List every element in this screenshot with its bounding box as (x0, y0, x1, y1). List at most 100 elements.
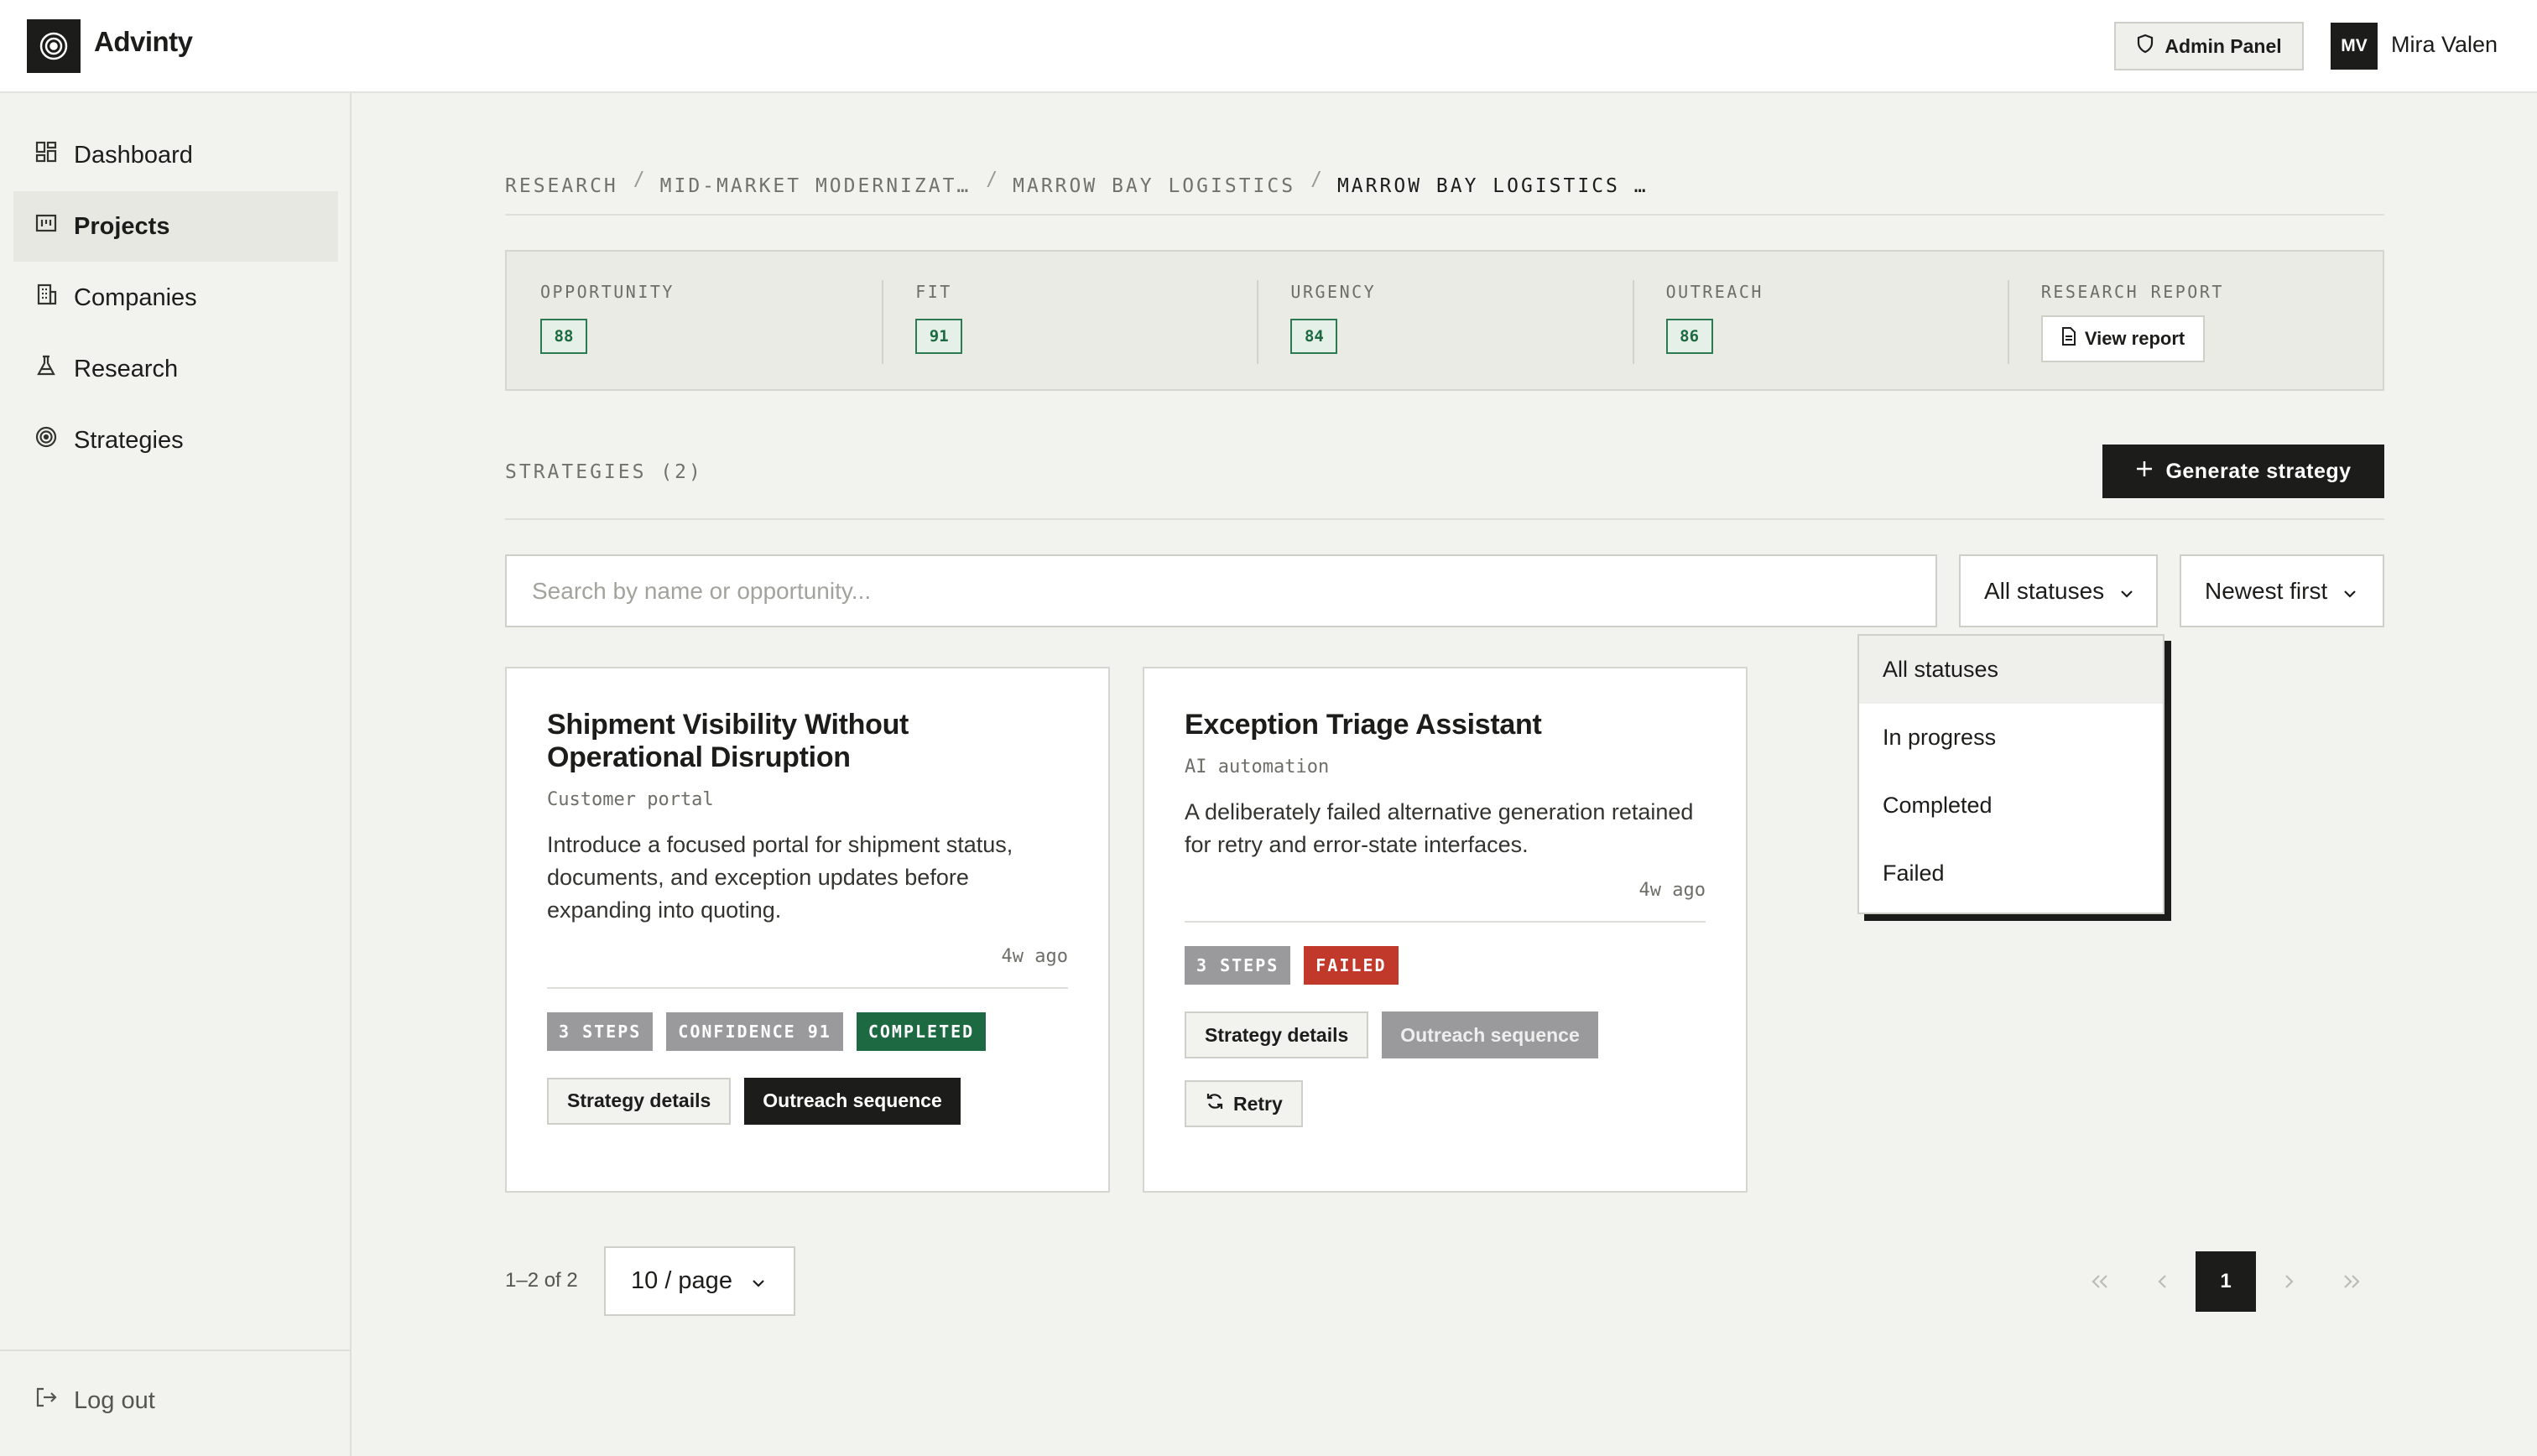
status-filter-select[interactable]: All statuses (1959, 554, 2158, 627)
plus-icon (2135, 460, 2154, 484)
sidebar-item-label: Projects (74, 212, 170, 240)
chevron-down-icon (2119, 578, 2134, 605)
pagination-range: 1–2 of 2 (505, 1269, 578, 1292)
previous-page-button[interactable] (2133, 1251, 2193, 1312)
logout-icon (34, 1385, 59, 1417)
sidebar-item-dashboard[interactable]: Dashboard (13, 120, 338, 190)
score-label: OUTREACH (1665, 282, 1763, 302)
sidebar-item-strategies[interactable]: Strategies (13, 405, 338, 476)
page-1-button[interactable]: 1 (2196, 1251, 2256, 1312)
brand-name[interactable]: Advinty (94, 26, 193, 58)
card-timestamp: 4w ago (547, 946, 1068, 989)
strategy-card[interactable]: Shipment Visibility Without Operational … (505, 667, 1110, 1193)
shield-icon (2136, 34, 2154, 59)
double-chevron-left-icon (2092, 1275, 2107, 1288)
score-label: OPPORTUNITY (540, 282, 675, 302)
dropdown-option-failed[interactable]: Failed (1859, 840, 2163, 907)
breadcrumb-project[interactable]: MID-MARKET MODERNIZAT… (660, 175, 972, 197)
breadcrumb-separator: / (1310, 169, 1322, 190)
sidebar-item-label: Dashboard (74, 141, 193, 169)
breadcrumb-separator: / (633, 169, 645, 190)
refresh-icon (1205, 1091, 1225, 1116)
breadcrumb-separator: / (986, 169, 998, 190)
status-filter-value: All statuses (1984, 577, 2105, 604)
breadcrumb-research[interactable]: RESEARCH (505, 175, 618, 197)
search-input[interactable]: Search by name or opportunity... (505, 554, 1937, 627)
strategy-details-button[interactable]: Strategy details (1185, 1011, 1369, 1059)
chevron-down-icon (2342, 578, 2357, 605)
retry-label: Retry (1233, 1092, 1283, 1115)
score-fit: FIT 91 (882, 252, 1257, 389)
breadcrumb-current: MARROW BAY LOGISTICS … (1336, 175, 1649, 197)
top-bar: Advinty Admin Panel MV Mira Valen (0, 0, 2537, 93)
breadcrumb-company[interactable]: MARROW BAY LOGISTICS (1013, 175, 1295, 197)
outreach-sequence-button: Outreach sequence (1382, 1011, 1598, 1059)
research-report: RESEARCH REPORT View report (2007, 252, 2383, 389)
strategy-details-button[interactable]: Strategy details (547, 1077, 732, 1125)
retry-button[interactable]: Retry (1185, 1080, 1303, 1128)
sidebar-item-label: Research (74, 355, 179, 382)
generate-strategy-button[interactable]: Generate strategy (2102, 445, 2384, 498)
grid-icon (34, 139, 59, 171)
steps-badge: 3 STEPS (547, 1011, 654, 1051)
dropdown-option-all-statuses[interactable]: All statuses (1859, 636, 2163, 704)
score-badge: 91 (915, 319, 963, 354)
card-subtitle: AI automation (1185, 757, 1330, 778)
score-label: URGENCY (1290, 282, 1377, 302)
card-title: Shipment Visibility Without Operational … (547, 709, 909, 774)
score-summary: OPPORTUNITY 88 FIT 91 URGENCY 84 OUTREAC… (505, 250, 2384, 391)
sidebar-item-projects[interactable]: Projects (13, 191, 338, 262)
outreach-sequence-button[interactable]: Outreach sequence (744, 1077, 961, 1125)
logo-target-icon[interactable] (27, 19, 81, 73)
score-opportunity: OPPORTUNITY 88 (507, 252, 882, 389)
sidebar-divider (0, 1349, 352, 1351)
building-icon (34, 282, 59, 314)
status-badge: COMPLETED (856, 1011, 987, 1051)
target-icon (34, 424, 59, 456)
card-timestamp: 4w ago (1185, 880, 1706, 923)
document-icon (2061, 327, 2076, 351)
view-report-label: View report (2084, 328, 2185, 349)
logout-label: Log out (74, 1386, 155, 1414)
next-page-button[interactable] (2258, 1251, 2319, 1312)
research-report-label: RESEARCH REPORT (2040, 282, 2224, 302)
sidebar-item-research[interactable]: Research (13, 334, 338, 404)
strategies-header: STRATEGIES (2) Generate strategy (505, 445, 2384, 520)
score-badge: 86 (1665, 319, 1713, 354)
sort-select[interactable]: Newest first (2180, 554, 2384, 627)
steps-badge: 3 STEPS (1185, 946, 1291, 985)
sidebar-item-label: Strategies (74, 426, 184, 454)
user-name[interactable]: Mira Valen (2391, 32, 2498, 58)
kanban-icon (34, 211, 59, 242)
sidebar-item-companies[interactable]: Companies (13, 263, 338, 333)
score-urgency: URGENCY 84 (1257, 252, 1632, 389)
dropdown-option-completed[interactable]: Completed (1859, 772, 2163, 840)
score-badge: 84 (1290, 319, 1338, 354)
first-page-button[interactable] (2070, 1251, 2130, 1312)
last-page-button[interactable] (2321, 1251, 2382, 1312)
score-badge: 88 (540, 319, 587, 354)
score-label: FIT (915, 282, 952, 302)
flask-icon (34, 353, 59, 385)
sidebar-item-label: Companies (74, 283, 197, 311)
status-badge: FAILED (1304, 946, 1399, 985)
logout-button[interactable]: Log out (34, 1385, 155, 1417)
view-report-button[interactable]: View report (2040, 315, 2206, 362)
status-filter-dropdown: All statuses In progress Completed Faile… (1857, 634, 2165, 914)
card-description: Introduce a focused portal for shipment … (547, 832, 1013, 923)
dropdown-option-in-progress[interactable]: In progress (1859, 704, 2163, 772)
card-description: A deliberately failed alternative genera… (1185, 799, 1694, 858)
admin-panel-label: Admin Panel (2165, 34, 2282, 57)
page-size-value: 10 / page (631, 1267, 732, 1294)
card-subtitle: Customer portal (547, 789, 714, 811)
breadcrumb: RESEARCH / MID-MARKET MODERNIZAT… / MARR… (505, 169, 2384, 216)
strategy-card[interactable]: Exception Triage Assistant AI automation… (1143, 667, 1748, 1193)
page-size-select[interactable]: 10 / page (604, 1246, 795, 1316)
admin-panel-button[interactable]: Admin Panel (2114, 22, 2304, 70)
double-chevron-right-icon (2344, 1275, 2360, 1288)
score-outreach: OUTREACH 86 (1632, 252, 2008, 389)
chevron-down-icon (751, 1267, 766, 1295)
avatar[interactable]: MV (2331, 23, 2378, 70)
card-title: Exception Triage Assistant (1185, 709, 1542, 741)
confidence-badge: CONFIDENCE 91 (666, 1011, 843, 1051)
